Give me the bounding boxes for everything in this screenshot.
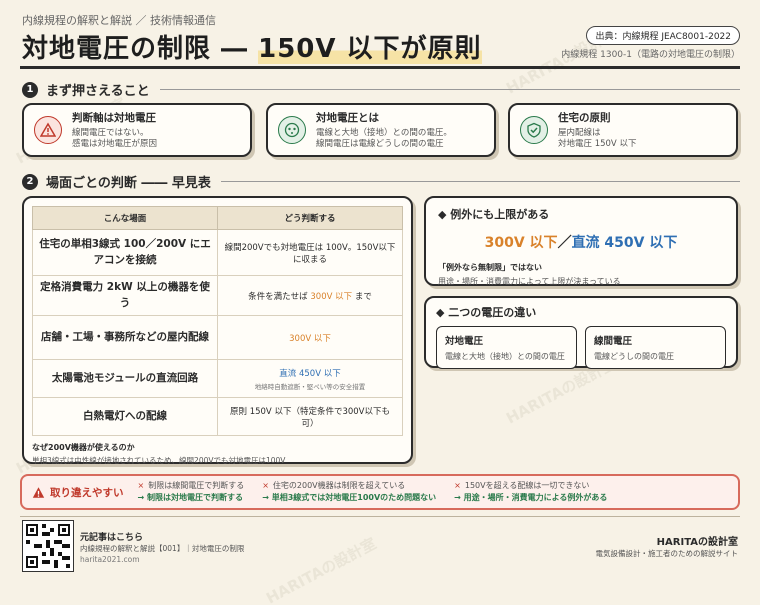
table-row: 店舗・工場・事務所などの屋内配線 300V 以下: [32, 315, 403, 360]
key-card-body: 線間電圧ではない。: [72, 127, 149, 138]
outlet-icon: [278, 116, 306, 144]
key-card-body: 感電は対地電圧が原因: [72, 139, 158, 149]
voltage-difference-card: ◆ 二つの電圧の違い 対地電圧 電線と大地（接地）との間の電圧 線間電圧 電線ど…: [424, 296, 738, 369]
table-cell-case: 住宅の単相3線式 100／200V にエアコンを接続: [32, 229, 218, 276]
footnote-body: 単相3線式は中性線が接地されているため、線間200Vでも対地電圧は100V: [32, 456, 286, 465]
table-cell-judge: 線間200Vでも対地電圧は 100V。150V以下に収まる: [217, 229, 403, 276]
mistake-item: × 制限は線間電圧で判断する → 制限は対地電圧で判断する: [137, 480, 245, 502]
qr-title: 元記事はこちら: [80, 533, 144, 543]
key-card-title: 判断軸は対地電圧: [72, 111, 156, 124]
mistakes-label: 取り違えやすい: [32, 485, 124, 500]
table-row: 太陽電池モジュールの直流回路 直流 450V 以下 地絡時自動遮断・堅ペい等の安…: [32, 359, 403, 398]
qr-subtitle: 内線規程の解釈と解説【001】｜対地電圧の制限: [80, 544, 245, 553]
quick-reference-table-card: こんな場面 どう判断する 住宅の単相3線式 100／200V にエアコンを接続 …: [22, 196, 413, 465]
table-cell-case: 定格消費電力 2kW 以上の機器を使う: [32, 275, 218, 316]
watermark: HARITAの設計室: [263, 534, 380, 605]
key-card-residential-rule: 住宅の原則 屋内配線は 対地電圧 150V 以下: [508, 103, 738, 157]
judge-text: 条件を満たせば: [248, 291, 311, 302]
key-card-ground-voltage: 判断軸は対地電圧 線間電圧ではない。 感電は対地電圧が原因: [22, 103, 252, 157]
limit-ac: 300V 以下: [484, 235, 558, 251]
section-title: まず押さえること: [46, 84, 150, 99]
key-card-title: 住宅の原則: [558, 111, 611, 124]
brand-name: HARITAの設計室: [656, 537, 738, 548]
section-2-heading: 2 場面ごとの判断 ―― 早見表: [22, 172, 740, 191]
title-main: 対地電圧の制限 ―: [22, 34, 259, 64]
mini-card-title: 線間電圧: [594, 336, 633, 347]
key-card-body: 屋内配線は: [558, 127, 601, 138]
table-cell-case: 白熱電灯への配線: [32, 397, 218, 436]
exception-note-title: 「例外なら無制限」ではない: [438, 263, 542, 272]
table-row: 定格消費電力 2kW 以上の機器を使う 条件を満たせば 300V 以下 まで: [32, 275, 403, 316]
table-cell-case: 太陽電池モジュールの直流回路: [32, 359, 218, 398]
page-title: 対地電圧の制限 ― 150V 以下が原則: [22, 28, 482, 65]
section-1-heading: 1 まず押さえること: [22, 80, 740, 99]
exception-limit-title: ◆ 例外にも上限がある: [438, 208, 550, 221]
mistake-item: × 150Vを超える配線は一切できない → 用途・場所・消費電力による例外がある: [454, 480, 608, 502]
footer-divider: [20, 516, 740, 517]
ground-voltage-card: 対地電圧 電線と大地（接地）との間の電圧: [436, 326, 577, 369]
mini-card-body: 電線と大地（接地）との間の電圧: [445, 352, 565, 361]
brand-tagline: 電気設備設計・施工者のための解説サイト: [595, 549, 739, 558]
table-cell-case: 店舗・工場・事務所などの屋内配線: [32, 315, 218, 360]
section-number: 1: [22, 81, 38, 98]
judge-text: まで: [352, 291, 372, 302]
key-card-body: 線間電圧は電線どうしの間の電圧: [316, 139, 444, 149]
mini-card-title: 対地電圧: [445, 336, 484, 347]
key-card-body: 対地電圧 150V 以下: [558, 139, 637, 149]
limit-dc: 直流 450V 以下: [571, 235, 678, 251]
table-row: 白熱電灯への配線 原則 150V 以下（特定条件で300V以下も可）: [32, 397, 403, 436]
source-badge: 出典：内線規程 JEAC8001-2022: [586, 26, 740, 45]
qr-url[interactable]: harita2021.com: [80, 555, 140, 564]
table-cell-judge: 条件を満たせば 300V 以下 まで: [217, 275, 403, 316]
exception-note-body: 用途・場所・消費電力によって上限が決まっている: [438, 277, 621, 286]
warning-icon: [32, 486, 45, 498]
qr-code[interactable]: [22, 520, 74, 572]
warning-icon: [34, 116, 62, 144]
table-cell-judge: 300V 以下: [217, 315, 403, 360]
judge-highlight: 直流 450V 以下: [279, 368, 341, 379]
shield-check-icon: [520, 116, 548, 144]
judge-highlight: 300V 以下: [310, 291, 353, 302]
table-header: どう判断する: [217, 206, 403, 230]
table-cell-judge: 直流 450V 以下 地絡時自動遮断・堅ペい等の安全措置: [217, 359, 403, 398]
key-card-definition: 対地電圧とは 電線と大地（接地）との間の電圧。 線間電圧は電線どうしの間の電圧: [266, 103, 496, 157]
line-voltage-card: 線間電圧 電線どうしの間の電圧: [585, 326, 726, 369]
table-row: 住宅の単相3線式 100／200V にエアコンを接続 線間200Vでも対地電圧は…: [32, 229, 403, 276]
judge-note: 地絡時自動遮断・堅ペい等の安全措置: [254, 382, 366, 391]
section-divider: [220, 181, 740, 182]
quick-reference-table: こんな場面 どう判断する 住宅の単相3線式 100／200V にエアコンを接続 …: [32, 206, 403, 436]
source-subtitle: 内線規程 1300-1（電路の対地電圧の制限）: [561, 50, 740, 60]
mini-card-body: 電線どうしの間の電圧: [594, 352, 674, 361]
header-rule: [20, 66, 740, 69]
key-card-title: 対地電圧とは: [316, 111, 379, 124]
limit-slash: ／: [557, 235, 572, 251]
mistake-item: × 住宅の200V機器は制限を超えている → 単相3線式では対地電圧100Vのため…: [262, 480, 437, 502]
table-header: こんな場面: [32, 206, 218, 230]
section-divider: [159, 89, 740, 90]
footnote-title: なぜ200V機器が使えるのか: [32, 443, 135, 452]
key-card-body: 電線と大地（接地）との間の電圧。: [316, 127, 452, 138]
section-number: 2: [22, 173, 38, 190]
exception-limit-card: ◆ 例外にも上限がある 300V 以下／直流 450V 以下 「例外なら無制限」…: [424, 196, 738, 286]
section-title: 場面ごとの判断 ―― 早見表: [46, 176, 211, 191]
exception-limit-values: 300V 以下／直流 450V 以下: [438, 232, 724, 252]
table-cell-judge: 原則 150V 以下（特定条件で300V以下も可）: [217, 397, 403, 436]
common-mistakes-bar: 取り違えやすい × 制限は線間電圧で判断する → 制限は対地電圧で判断する × 住宅…: [20, 474, 740, 510]
title-highlight: 150V 以下が原則: [258, 34, 482, 64]
header-kicker: 内線規程の解釈と解説 ／ 技術情報通信: [22, 14, 216, 27]
voltage-difference-title: ◆ 二つの電圧の違い: [436, 306, 537, 319]
